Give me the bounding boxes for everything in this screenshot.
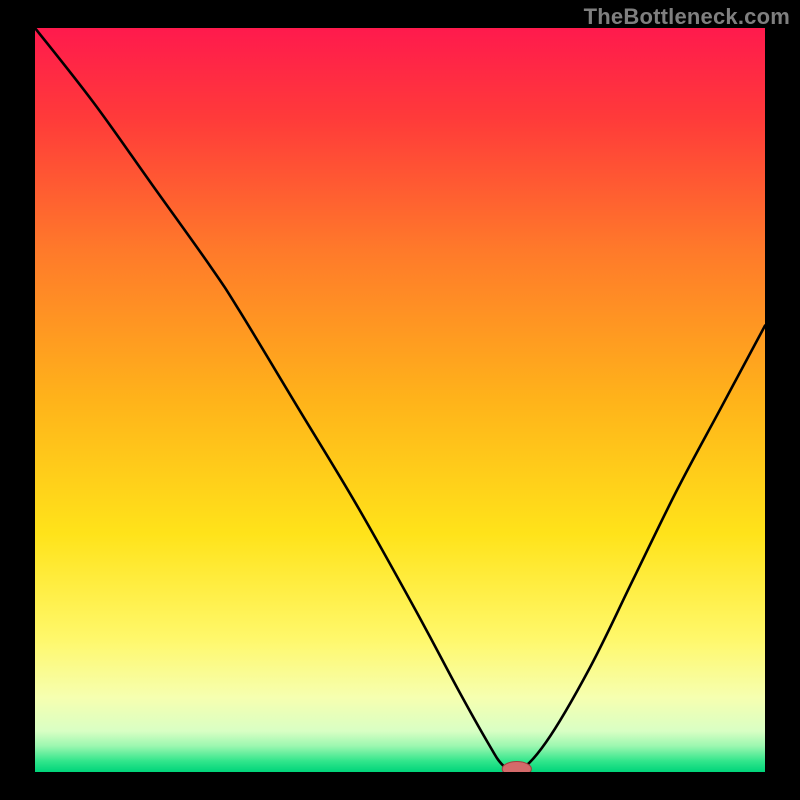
gradient-background: [35, 28, 765, 772]
chart-frame: TheBottleneck.com: [0, 0, 800, 800]
watermark-text: TheBottleneck.com: [584, 4, 790, 30]
chart-svg: [35, 28, 765, 772]
plot-area: [35, 28, 765, 772]
